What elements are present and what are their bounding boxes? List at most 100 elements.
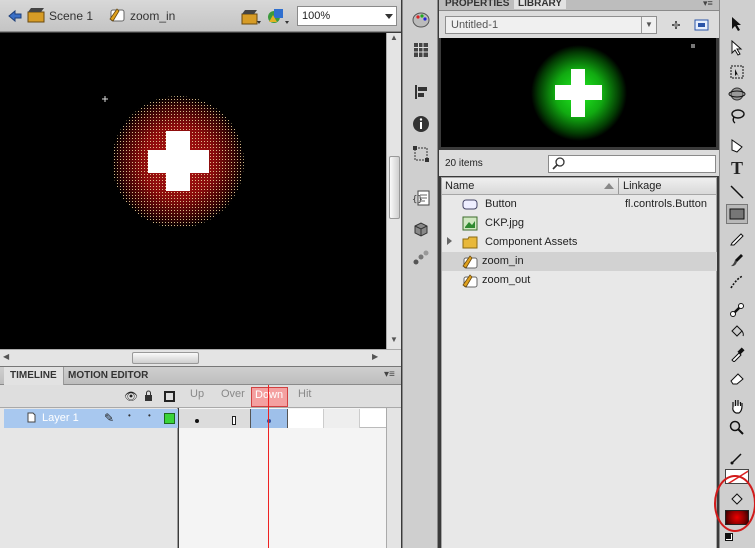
document-name: Untitled-1: [451, 19, 499, 31]
panel-dock-icons: {}: [402, 0, 438, 548]
deco-tool-icon[interactable]: [726, 272, 748, 292]
zoom-select[interactable]: 100%: [297, 6, 397, 26]
info-icon[interactable]: [411, 114, 431, 134]
frame-label-up: Up: [190, 388, 205, 400]
panel-menu-icon[interactable]: ▾≡: [703, 0, 713, 9]
eraser-tool-icon[interactable]: [726, 368, 748, 388]
library-item-ckp-jpg[interactable]: CKP.jpg: [442, 214, 717, 233]
library-document-bar: Untitled-1 ▼: [439, 11, 719, 38]
item-name: Button: [485, 198, 517, 210]
lasso-tool-icon[interactable]: [726, 106, 748, 126]
layer-row[interactable]: Layer 1 ✎ • •: [4, 409, 178, 428]
back-arrow-icon[interactable]: [7, 8, 23, 24]
tab-properties[interactable]: PROPERTIES: [445, 0, 509, 9]
new-library-panel-icon[interactable]: [694, 18, 710, 32]
lock-icon[interactable]: [144, 390, 153, 401]
library-item-zoom-in[interactable]: zoom_in: [442, 252, 717, 271]
folder-icon: [462, 235, 478, 250]
pin-icon[interactable]: [669, 18, 683, 32]
button-symbol-icon: [462, 273, 478, 288]
item-count: 20 items: [445, 158, 483, 169]
subselection-tool-icon[interactable]: [726, 38, 748, 58]
edit-symbols-icon[interactable]: [266, 6, 290, 26]
layer-visible-dot[interactable]: •: [128, 411, 131, 420]
rectangle-tool-icon[interactable]: [726, 204, 748, 224]
breadcrumb-symbol[interactable]: zoom_in: [108, 6, 175, 26]
scroll-left-icon[interactable]: ◀: [3, 352, 9, 361]
3d-rotation-tool-icon[interactable]: [726, 84, 748, 104]
highlight-circle: [714, 475, 755, 532]
document-select[interactable]: Untitled-1 ▼: [445, 16, 657, 34]
swatches-grid-icon[interactable]: [411, 40, 431, 60]
tab-motion-editor[interactable]: MOTION EDITOR: [62, 367, 154, 385]
column-linkage[interactable]: Linkage: [623, 180, 662, 192]
tools-panel: T: [714, 0, 755, 548]
align-icon[interactable]: [411, 82, 431, 102]
stage-hscroll-thumb[interactable]: [132, 352, 199, 364]
text-tool-icon[interactable]: T: [726, 158, 748, 178]
end-frame-marker: [232, 416, 236, 425]
stage-vscroll-thumb[interactable]: [389, 156, 400, 219]
frame-up-keyframe[interactable]: [179, 409, 251, 428]
transform-icon[interactable]: [411, 144, 431, 164]
free-transform-tool-icon[interactable]: [726, 62, 748, 82]
eyedropper-tool-icon[interactable]: [726, 344, 748, 364]
brush-tool-icon[interactable]: [726, 250, 748, 270]
preview-play-control: [691, 44, 695, 48]
stage-canvas[interactable]: [0, 33, 386, 349]
code-snippets-icon[interactable]: {}: [411, 188, 431, 208]
chevron-down-icon[interactable]: [385, 14, 393, 19]
eye-icon[interactable]: 👁: [124, 390, 138, 403]
library-item-component-assets[interactable]: Component Assets: [442, 233, 717, 252]
breadcrumb-scene[interactable]: Scene 1: [27, 6, 93, 26]
item-name: Component Assets: [485, 236, 578, 248]
components-icon[interactable]: [411, 218, 431, 238]
frame-hit-cell[interactable]: [288, 409, 324, 428]
timeline-frames-grid[interactable]: [179, 385, 386, 548]
paint-bucket-tool-icon[interactable]: [726, 322, 748, 342]
button-symbol-icon: [462, 197, 478, 212]
scene-icon: [27, 7, 45, 26]
panel-menu-icon[interactable]: ▾≡: [384, 369, 395, 380]
edit-scene-icon[interactable]: [240, 6, 262, 26]
outline-icon[interactable]: [164, 391, 175, 402]
stage-vertical-scrollbar[interactable]: ▲ ▼: [386, 33, 401, 349]
timeline-vertical-scrollbar[interactable]: [386, 408, 401, 548]
library-search-input[interactable]: [548, 155, 716, 173]
sort-ascending-icon[interactable]: [604, 183, 614, 189]
tab-library[interactable]: LIBRARY: [514, 0, 567, 9]
layer-name[interactable]: Layer 1: [42, 412, 79, 424]
playhead[interactable]: [268, 385, 269, 548]
preview-plus-horizontal: [555, 85, 602, 100]
color-palette-icon[interactable]: [411, 10, 431, 30]
motion-presets-icon[interactable]: [411, 248, 431, 268]
expand-arrow-icon[interactable]: [447, 237, 452, 245]
pencil-tool-icon[interactable]: [726, 228, 748, 248]
library-item-zoom-out[interactable]: zoom_out: [442, 271, 717, 290]
hand-tool-icon[interactable]: [726, 396, 748, 416]
scroll-up-icon[interactable]: ▲: [388, 33, 400, 45]
zoom-in-symbol[interactable]: [0, 33, 386, 349]
selection-tool-icon[interactable]: [726, 14, 748, 34]
item-name: zoom_in: [482, 255, 524, 267]
library-column-headers: Name Linkage: [441, 177, 717, 195]
layer-lock-dot[interactable]: •: [148, 411, 151, 420]
layer-color-swatch[interactable]: [164, 413, 175, 424]
tab-timeline[interactable]: TIMELINE: [4, 367, 64, 385]
library-item-button[interactable]: Button fl.controls.Button: [442, 195, 717, 214]
scroll-down-icon[interactable]: ▼: [388, 335, 400, 347]
stage-edit-bar: Scene 1 zoom_in 100%: [0, 0, 401, 32]
bone-tool-icon[interactable]: [726, 300, 748, 320]
stage-horizontal-scrollbar[interactable]: ◀ ▶: [0, 349, 401, 366]
chevron-down-icon[interactable]: ▼: [641, 17, 656, 33]
frame-label-over: Over: [221, 388, 245, 400]
black-white-icon[interactable]: [725, 533, 733, 541]
frame-down-keyframe[interactable]: [251, 409, 288, 428]
line-tool-icon[interactable]: [726, 182, 748, 202]
stroke-color-icon[interactable]: [726, 448, 748, 468]
scroll-right-icon[interactable]: ▶: [372, 352, 378, 361]
zoom-tool-icon[interactable]: [726, 418, 748, 438]
column-name[interactable]: Name: [445, 180, 474, 192]
pen-tool-icon[interactable]: [726, 136, 748, 156]
library-preview: [441, 38, 716, 147]
